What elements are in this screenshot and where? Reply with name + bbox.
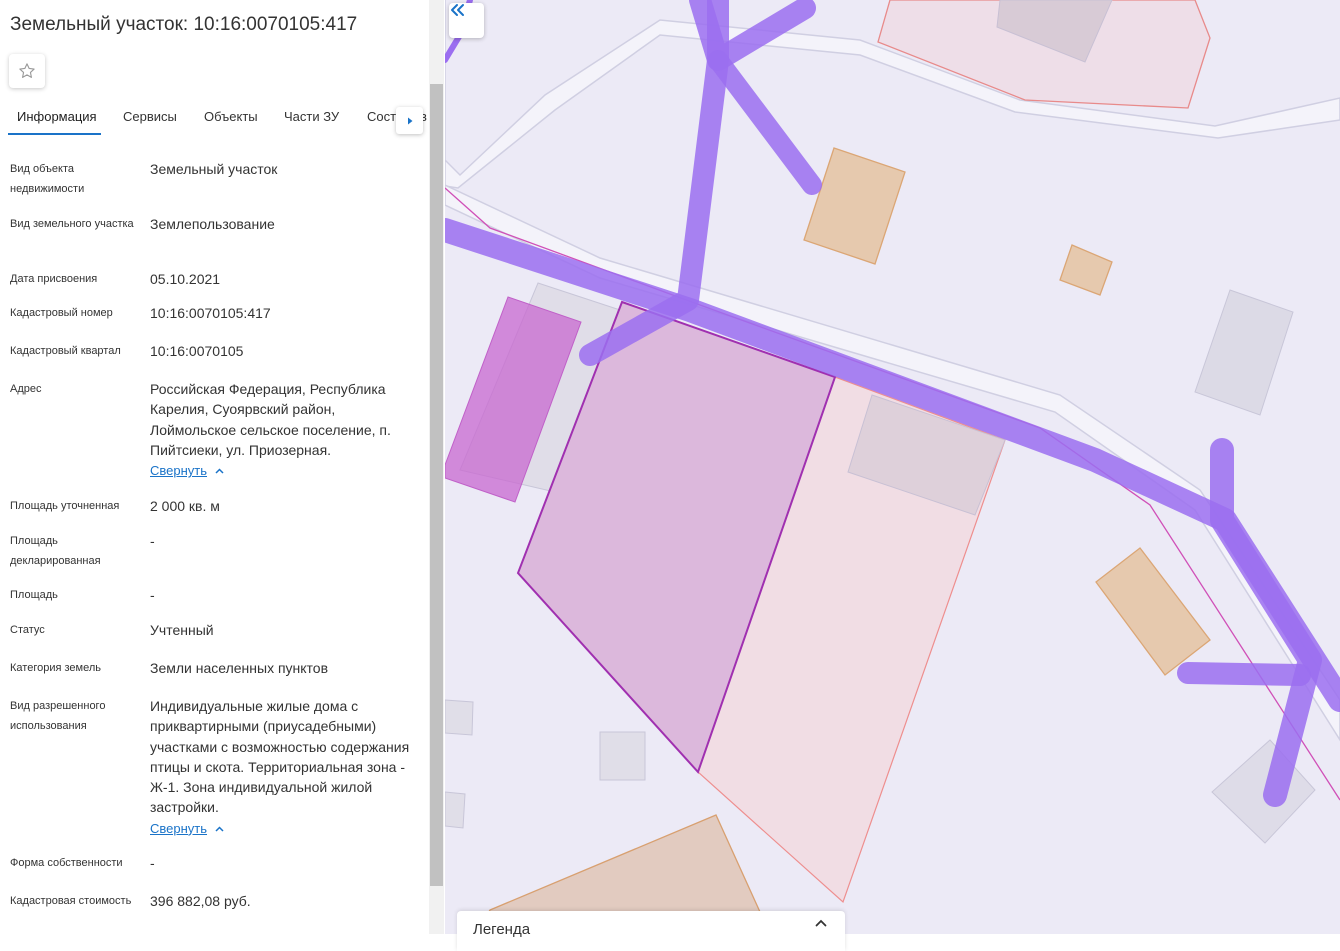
object-info-panel: Земельный участок: 10:16:0070105:417 Инф… bbox=[0, 0, 445, 934]
tab-information[interactable]: Информация bbox=[17, 109, 97, 124]
field-value: Учтенный bbox=[150, 622, 214, 638]
chevron-up-icon bbox=[215, 826, 224, 832]
chevron-up-icon[interactable] bbox=[815, 919, 827, 927]
field-label: Кадастровый квартал bbox=[10, 345, 121, 357]
field-label: Вид разрешенного использования bbox=[10, 700, 106, 732]
field-value: 10:16:0070105 bbox=[150, 343, 244, 359]
field-label: Статус bbox=[10, 624, 45, 636]
map-building bbox=[803, 147, 906, 265]
field-value: 396 882,08 руб. bbox=[150, 893, 251, 909]
field-value: - bbox=[150, 587, 155, 603]
field-label: Площадь уточненная bbox=[10, 500, 120, 512]
field-label: Форма собственности bbox=[10, 857, 123, 869]
map-road bbox=[708, 50, 822, 195]
legend-title: Легенда bbox=[473, 921, 531, 938]
map-road bbox=[1177, 662, 1311, 686]
page-title: Земельный участок: 10:16:0070105:417 bbox=[10, 14, 358, 35]
field-label: Площадь декларированная bbox=[10, 535, 101, 567]
map-building bbox=[599, 731, 646, 781]
caret-right-icon bbox=[407, 117, 412, 124]
field-value: - bbox=[150, 855, 155, 871]
collapse-address-link[interactable]: Свернуть bbox=[150, 462, 420, 480]
field-value: Российская Федерация, Республика Карелия… bbox=[150, 381, 391, 458]
field-value: Земли населенных пунктов bbox=[150, 660, 329, 676]
field-label: Вид объекта недвижимости bbox=[10, 163, 85, 195]
field-label: Адрес bbox=[10, 383, 42, 395]
tab-parts[interactable]: Части ЗУ bbox=[284, 109, 339, 124]
tabs-scroll-right-button[interactable] bbox=[396, 107, 423, 134]
field-value: 10:16:0070105:417 bbox=[150, 305, 271, 321]
tab-services[interactable]: Сервисы bbox=[123, 109, 177, 124]
tab-objects[interactable]: Объекты bbox=[204, 109, 258, 124]
map-building bbox=[1211, 739, 1316, 844]
map-legend[interactable]: Легенда bbox=[457, 911, 845, 951]
field-value: Земельный участок bbox=[150, 161, 278, 177]
favorite-button[interactable] bbox=[9, 54, 45, 88]
double-chevron-left-icon bbox=[451, 4, 464, 16]
field-label: Площадь bbox=[10, 589, 58, 601]
collapse-label: Свернуть bbox=[150, 820, 208, 836]
active-tab-indicator bbox=[8, 133, 101, 135]
field-value-wrap: Российская Федерация, Республика Карелия… bbox=[150, 379, 420, 480]
panel-scrollbar-thumb[interactable] bbox=[430, 84, 443, 886]
chevron-up-icon bbox=[215, 468, 224, 474]
field-value: 2 000 кв. м bbox=[150, 498, 220, 514]
collapse-permitted-use-link[interactable]: Свернуть bbox=[150, 820, 420, 838]
field-value: - bbox=[150, 533, 155, 549]
collapse-label: Свернуть bbox=[150, 463, 208, 479]
map-building bbox=[445, 791, 466, 829]
field-value: Землепользование bbox=[150, 216, 275, 232]
field-value: Индивидуальные жилые дома с приквартирны… bbox=[150, 698, 410, 816]
field-label: Вид земельного участка bbox=[10, 218, 134, 230]
info-tabs: Информация Сервисы Объекты Части ЗУ Сост bbox=[0, 97, 428, 137]
field-label: Дата присвоения bbox=[10, 273, 98, 285]
map-building bbox=[445, 699, 474, 736]
field-label: Кадастровая стоимость bbox=[10, 895, 132, 907]
cadastral-map[interactable] bbox=[445, 0, 1340, 934]
field-label: Кадастровый номер bbox=[10, 307, 113, 319]
tab-composition[interactable]: Сост bbox=[367, 109, 396, 124]
map-canvas[interactable] bbox=[445, 0, 1340, 934]
field-label: Категория земель bbox=[10, 662, 101, 674]
map-building bbox=[1095, 547, 1211, 676]
field-value: 05.10.2021 bbox=[150, 271, 221, 287]
field-value-wrap: Индивидуальные жилые дома с приквартирны… bbox=[150, 696, 420, 838]
map-building bbox=[1059, 244, 1113, 296]
map-building bbox=[1194, 289, 1294, 416]
star-outline-icon bbox=[19, 63, 35, 78]
collapse-panel-button[interactable] bbox=[449, 3, 484, 38]
